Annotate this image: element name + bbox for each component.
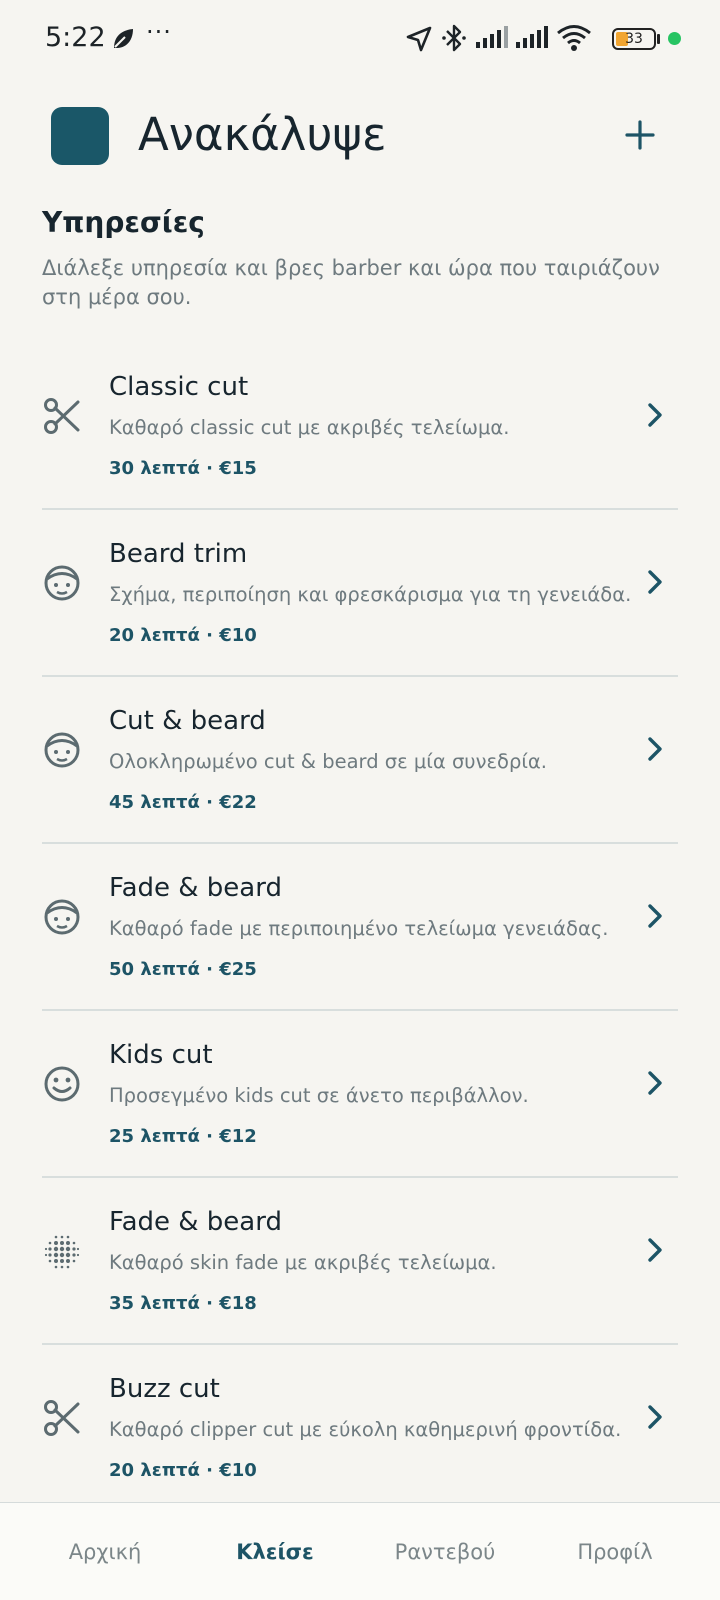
chevron-right-icon[interactable] [642,1235,668,1265]
service-title: Cut & beard [109,706,266,736]
privacy-indicator-dot [668,32,681,45]
leaf-icon [114,29,133,48]
service-item-buzz-cut[interactable]: Buzz cut Καθαρό clipper cut με εύκολη κα… [42,1342,678,1512]
chevron-right-icon[interactable] [642,1068,668,1098]
wifi-icon [557,25,591,51]
service-title: Classic cut [109,372,249,402]
service-item-kids-cut[interactable]: Kids cut Προσεγμένο kids cut σε άνετο πε… [42,1008,678,1178]
service-title: Buzz cut [109,1374,220,1404]
service-title: Beard trim [109,539,248,569]
page-title: Ανακάλυψε [138,108,387,161]
service-title: Fade & beard [109,873,282,903]
service-description: Καθαρό skin fade με ακριβές τελείωμα. [109,1251,497,1274]
scissors-icon [44,398,80,434]
service-duration-price: 30 λεπτά · €15 [109,458,257,479]
signal-icon [476,26,508,48]
service-duration-price: 20 λεπτά · €10 [109,625,257,646]
service-title: Fade & beard [109,1207,282,1237]
service-item-cut-and-beard[interactable]: Cut & beard Ολοκληρωμένο cut & beard σε … [42,674,678,844]
service-item-classic-cut[interactable]: Classic cut Καθαρό classic cut με ακριβέ… [42,340,678,510]
more-dots: ··· [146,18,172,46]
status-time: 5:22 [45,22,106,53]
chevron-right-icon[interactable] [642,400,668,430]
service-description: Ολοκληρωμένο cut & beard σε μία συνεδρία… [109,750,547,773]
chevron-right-icon[interactable] [642,901,668,931]
service-duration-price: 50 λεπτά · €25 [109,959,257,980]
scissors-icon [44,1400,80,1436]
screen: 5:22 ··· 33 Ανακάλυψε Υπηρεσίες Διάλεξε … [0,0,720,1600]
nav-item-profile[interactable]: Προφίλ [530,1503,700,1600]
chevron-right-icon[interactable] [642,1402,668,1432]
chevron-right-icon[interactable] [642,567,668,597]
service-description: Σχήμα, περιποίηση και φρεσκάρισμα για τη… [109,583,632,606]
signal-icon [516,26,548,48]
service-description: Καθαρό fade με περιποιημένο τελείωμα γεν… [109,917,609,940]
service-description: Καθαρό classic cut με ακριβές τελείωμα. [109,416,510,439]
face-icon [44,899,80,935]
battery-level: 33 [625,31,643,47]
service-duration-price: 25 λεπτά · €12 [109,1126,257,1147]
section-description: Διάλεξε υπηρεσία και βρες barber και ώρα… [42,256,660,309]
face-icon [44,732,80,768]
nav-item-home[interactable]: Αρχική [20,1503,190,1600]
battery-cap [657,34,660,44]
app-logo [51,107,109,165]
plus-icon[interactable] [620,115,660,155]
bluetooth-icon [442,24,466,52]
face-icon [44,565,80,601]
section-title: Υπηρεσίες [42,206,205,239]
service-description: Καθαρό clipper cut με εύκολη καθημερινή … [109,1418,622,1441]
status-bar: 5:22 ··· 33 [0,0,720,80]
nav-item-appointments[interactable]: Ραντεβού [360,1503,530,1600]
service-description: Προσεγμένο kids cut σε άνετο περιβάλλον. [109,1084,529,1107]
smile-icon [44,1066,80,1102]
location-arrow-icon [406,26,432,52]
dots-grid-icon [44,1235,80,1269]
service-item-beard-trim[interactable]: Beard trim Σχήμα, περιποίηση και φρεσκάρ… [42,507,678,677]
service-duration-price: 35 λεπτά · €18 [109,1293,257,1314]
battery-icon: 33 [612,28,656,50]
service-title: Kids cut [109,1040,213,1070]
bottom-nav: Αρχική Κλείσε Ραντεβού Προφίλ [0,1502,720,1600]
chevron-right-icon[interactable] [642,734,668,764]
nav-item-book[interactable]: Κλείσε [190,1503,360,1600]
service-duration-price: 20 λεπτά · €10 [109,1460,257,1481]
service-item-fade-and-beard[interactable]: Fade & beard Καθαρό fade με περιποιημένο… [42,841,678,1011]
service-duration-price: 45 λεπτά · €22 [109,792,257,813]
service-item-skin-fade[interactable]: Fade & beard Καθαρό skin fade με ακριβές… [42,1175,678,1345]
